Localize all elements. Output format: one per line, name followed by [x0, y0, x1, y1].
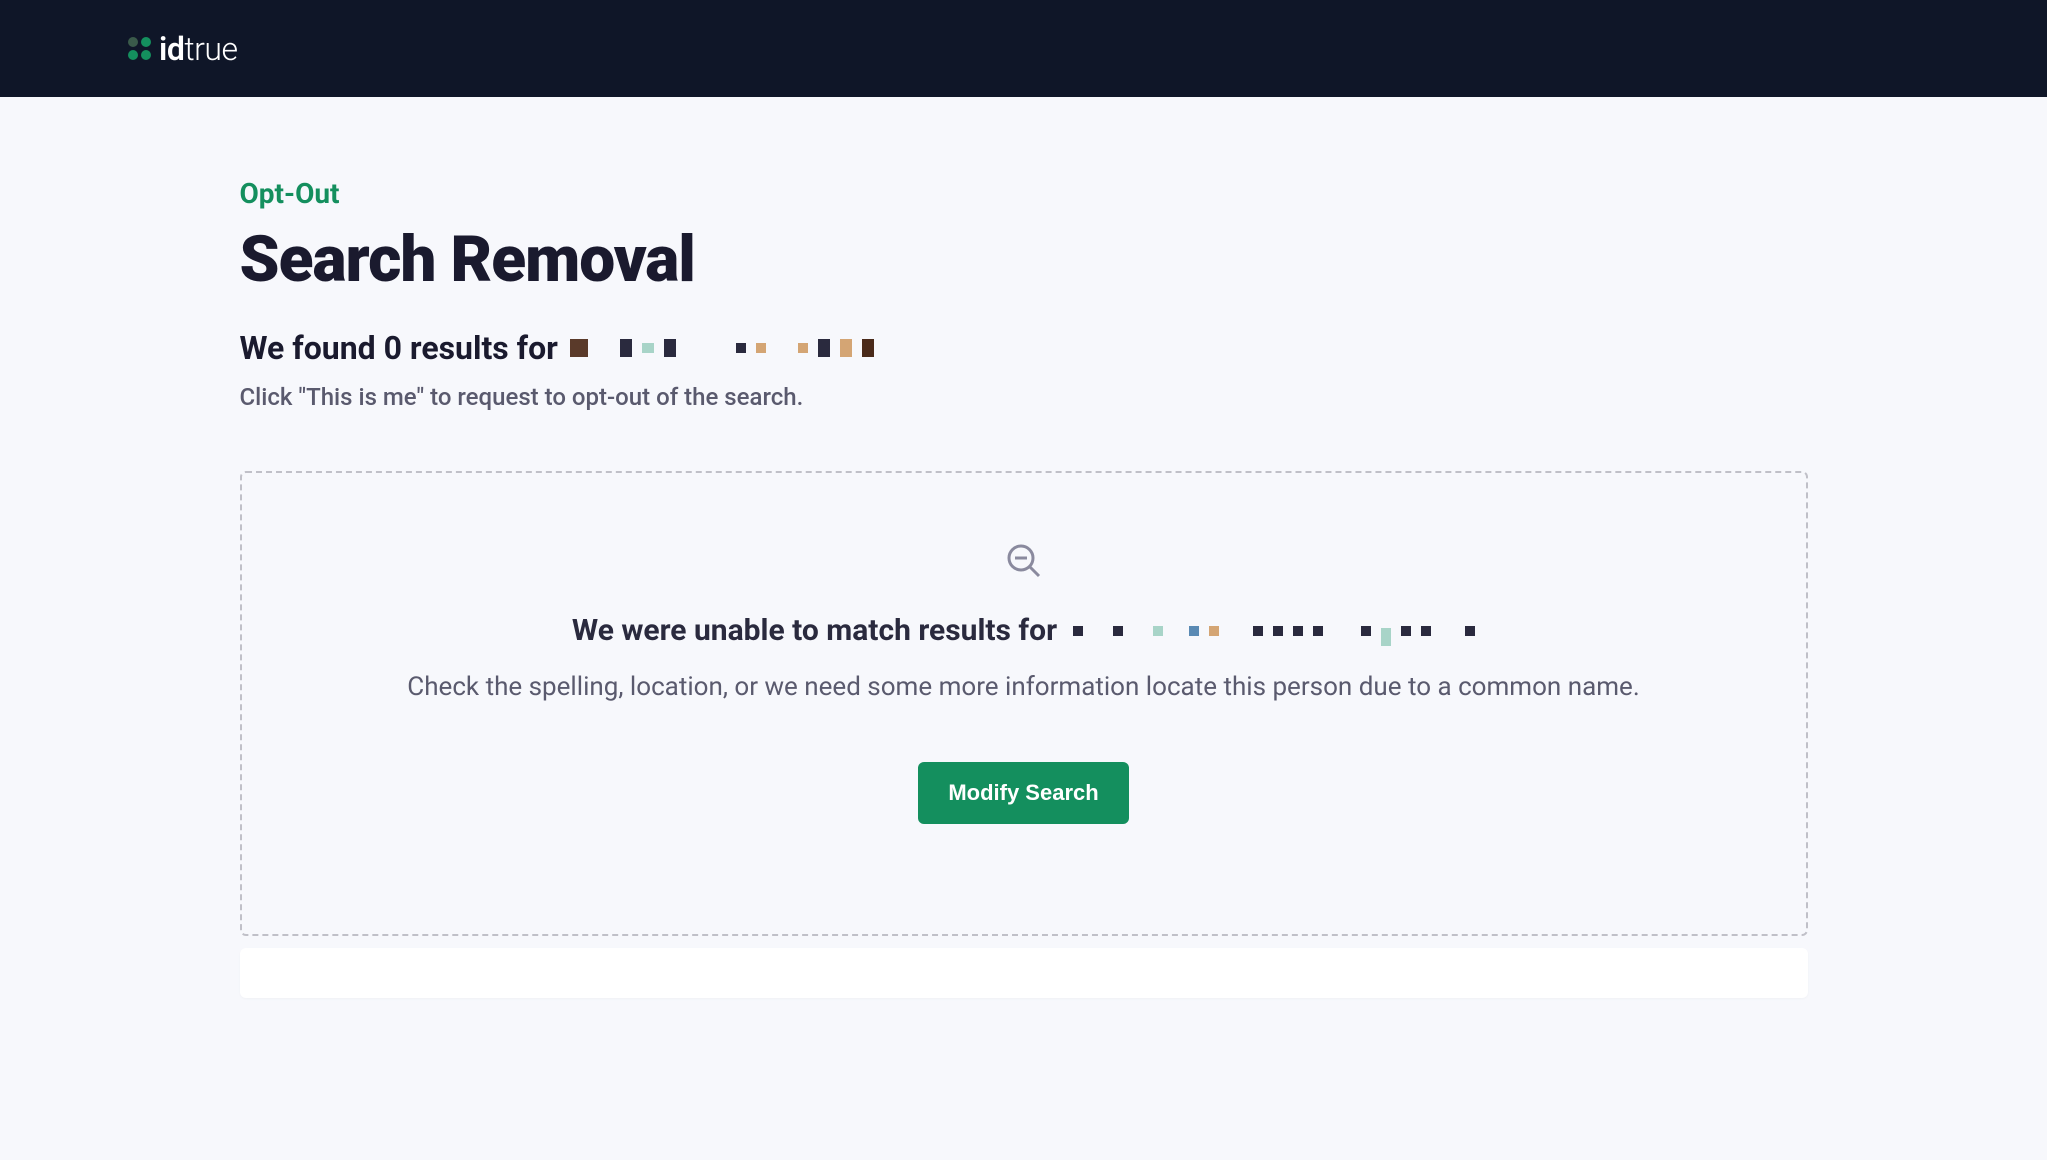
logo-icon [128, 37, 151, 60]
main-content: Opt-Out Search Removal We found 0 result… [112, 97, 1936, 1038]
redacted-name-empty [1073, 622, 1475, 640]
brand-name: idtrue [159, 30, 238, 68]
site-header: idtrue [0, 0, 2047, 97]
page-title: Search Removal [240, 222, 1808, 297]
empty-state-card: We were unable to match results for [240, 471, 1808, 936]
bottom-panel [240, 948, 1808, 998]
results-heading-text: We found 0 results for [240, 329, 558, 367]
brand-logo[interactable]: idtrue [128, 30, 238, 68]
redacted-name-header [570, 339, 874, 357]
results-heading: We found 0 results for [240, 329, 1808, 367]
empty-state-subtext: Check the spelling, location, or we need… [282, 672, 1766, 702]
instruction-text: Click "This is me" to request to opt-out… [240, 383, 1808, 411]
modify-search-button[interactable]: Modify Search [918, 762, 1128, 824]
empty-state-heading-text: We were unable to match results for [572, 613, 1057, 648]
search-minus-icon [1006, 543, 1042, 583]
opt-out-label: Opt-Out [240, 177, 1808, 210]
empty-state-heading: We were unable to match results for [282, 613, 1766, 648]
